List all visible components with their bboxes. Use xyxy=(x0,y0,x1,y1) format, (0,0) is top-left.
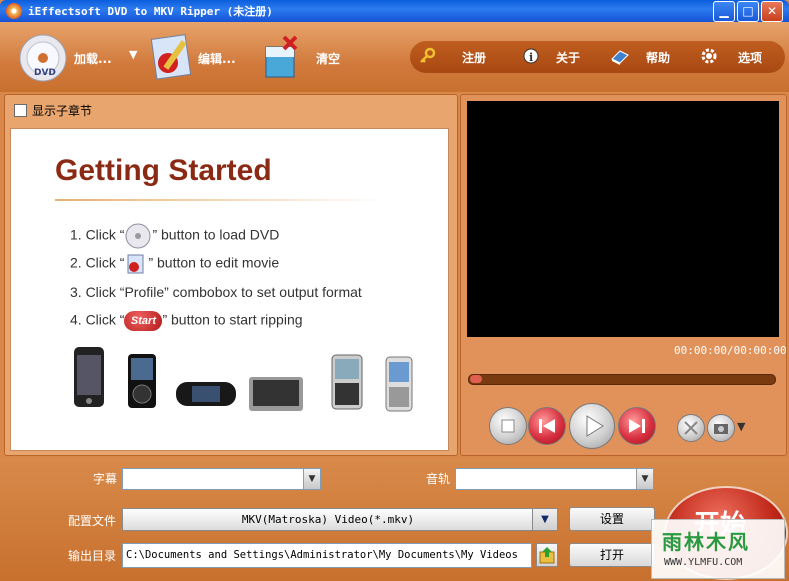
gear-icon[interactable] xyxy=(700,47,718,65)
camera-icon xyxy=(714,424,728,434)
previous-button[interactable] xyxy=(528,407,566,445)
clear-label[interactable]: 清空 xyxy=(316,50,340,67)
media-player-image xyxy=(249,377,303,411)
settings-button[interactable]: 设置 xyxy=(569,507,655,531)
edit-icon xyxy=(127,254,144,274)
getting-started-title: Getting Started xyxy=(55,154,272,187)
timecode: 00:00:00/00:00:00 xyxy=(674,344,787,357)
audio-track-label: 音轨 xyxy=(426,472,451,486)
step-1-suffix: ” button to load DVD xyxy=(152,226,280,243)
title-underline xyxy=(55,199,385,201)
ipod-image xyxy=(128,354,156,408)
video-preview xyxy=(467,101,779,337)
folder-up-icon xyxy=(539,547,555,564)
load-button[interactable]: DVD xyxy=(18,33,68,83)
step-2-suffix: ” button to edit movie xyxy=(148,254,280,271)
audio-track-select[interactable]: ▼ xyxy=(455,468,654,490)
prev-icon xyxy=(539,419,555,433)
register-label[interactable]: 注册 xyxy=(462,49,486,66)
open-folder-button[interactable]: 打开 xyxy=(569,543,655,567)
stop-icon xyxy=(501,419,515,433)
step-4: 4. Click “Start” button to start ripping xyxy=(70,311,303,331)
next-icon xyxy=(629,419,645,433)
minimize-button[interactable]: ▁ xyxy=(713,1,735,22)
profile-select[interactable]: MKV(Matroska) Video(*.mkv) ▼ xyxy=(122,508,558,531)
seek-bar[interactable] xyxy=(468,374,776,385)
watermark-logo: 雨林木风 WWW.YLMFU.COM xyxy=(651,519,785,579)
browse-folder-button[interactable] xyxy=(536,543,558,567)
profile-label: 配置文件 xyxy=(68,514,117,528)
play-icon xyxy=(586,415,604,437)
help-book-icon[interactable] xyxy=(610,47,630,65)
info-icon[interactable]: i xyxy=(522,47,540,65)
iphone-image xyxy=(74,347,104,407)
profile-value: MKV(Matroska) Video(*.mkv) xyxy=(241,513,415,526)
start-badge-icon: Start xyxy=(124,311,163,331)
blackberry-image xyxy=(331,354,363,410)
stop-button[interactable] xyxy=(489,407,527,445)
clear-button[interactable] xyxy=(262,35,300,79)
step-4-prefix: 4. Click “ xyxy=(70,311,125,328)
snapshot-options-arrow[interactable]: ▼ xyxy=(737,420,745,433)
snapshot-button[interactable] xyxy=(677,414,705,442)
about-label[interactable]: 关于 xyxy=(556,49,580,66)
output-folder-input[interactable]: C:\Documents and Settings\Administrator\… xyxy=(122,543,532,568)
step-2-prefix: 2. Click “ xyxy=(70,254,125,271)
close-button[interactable]: ✕ xyxy=(761,1,783,22)
edit-button[interactable] xyxy=(150,33,196,81)
svg-text:i: i xyxy=(529,51,533,64)
nokia-phone-image xyxy=(385,356,413,412)
app-icon xyxy=(6,3,22,19)
step-3: 3. Click “Profile” combobox to set outpu… xyxy=(70,284,362,300)
step-1: 1. Click “ ” button to load DVD xyxy=(70,223,279,249)
key-icon[interactable] xyxy=(418,47,436,65)
options-label[interactable]: 选项 xyxy=(738,49,762,66)
subtitle-label: 字幕 xyxy=(93,472,118,486)
chevron-down-icon[interactable]: ▼ xyxy=(532,509,557,530)
output-folder-path: C:\Documents and Settings\Administrator\… xyxy=(126,549,518,561)
show-subchapter-label: 显示子章节 xyxy=(32,104,93,118)
show-subchapter-checkbox[interactable] xyxy=(14,104,27,117)
maximize-button[interactable]: □ xyxy=(737,1,759,22)
output-folder-label: 输出目录 xyxy=(68,549,117,563)
load-label[interactable]: 加载... xyxy=(74,50,112,67)
seek-thumb[interactable] xyxy=(470,375,482,383)
subtitle-select[interactable]: ▼ xyxy=(122,468,321,490)
svg-text:DVD: DVD xyxy=(34,68,56,78)
edit-icon xyxy=(150,34,192,80)
watermark-text: 雨林木风 xyxy=(662,530,750,554)
dvd-disc-icon: DVD xyxy=(19,34,67,82)
watermark-url: WWW.YLMFU.COM xyxy=(664,557,743,568)
step-2: 2. Click “ ” button to edit movie xyxy=(70,252,279,276)
chevron-down-icon[interactable]: ▼ xyxy=(303,469,320,489)
psp-image xyxy=(176,382,236,406)
window-title: iEffectsoft DVD to MKV Ripper (未注册) xyxy=(28,5,273,18)
snapshot-icon xyxy=(684,421,698,435)
chevron-down-icon[interactable]: ▼ xyxy=(636,469,653,489)
step-1-prefix: 1. Click “ xyxy=(70,226,125,243)
camera-button[interactable] xyxy=(707,414,735,442)
next-button[interactable] xyxy=(618,407,656,445)
play-button[interactable] xyxy=(569,403,615,449)
load-dropdown-arrow[interactable]: ▼ xyxy=(129,48,137,61)
help-label[interactable]: 帮助 xyxy=(646,49,670,66)
clear-icon xyxy=(265,35,298,78)
dvd-disc-icon xyxy=(125,223,151,249)
edit-label[interactable]: 编辑... xyxy=(198,50,236,67)
step-4-suffix: ” button to start ripping xyxy=(162,311,303,328)
